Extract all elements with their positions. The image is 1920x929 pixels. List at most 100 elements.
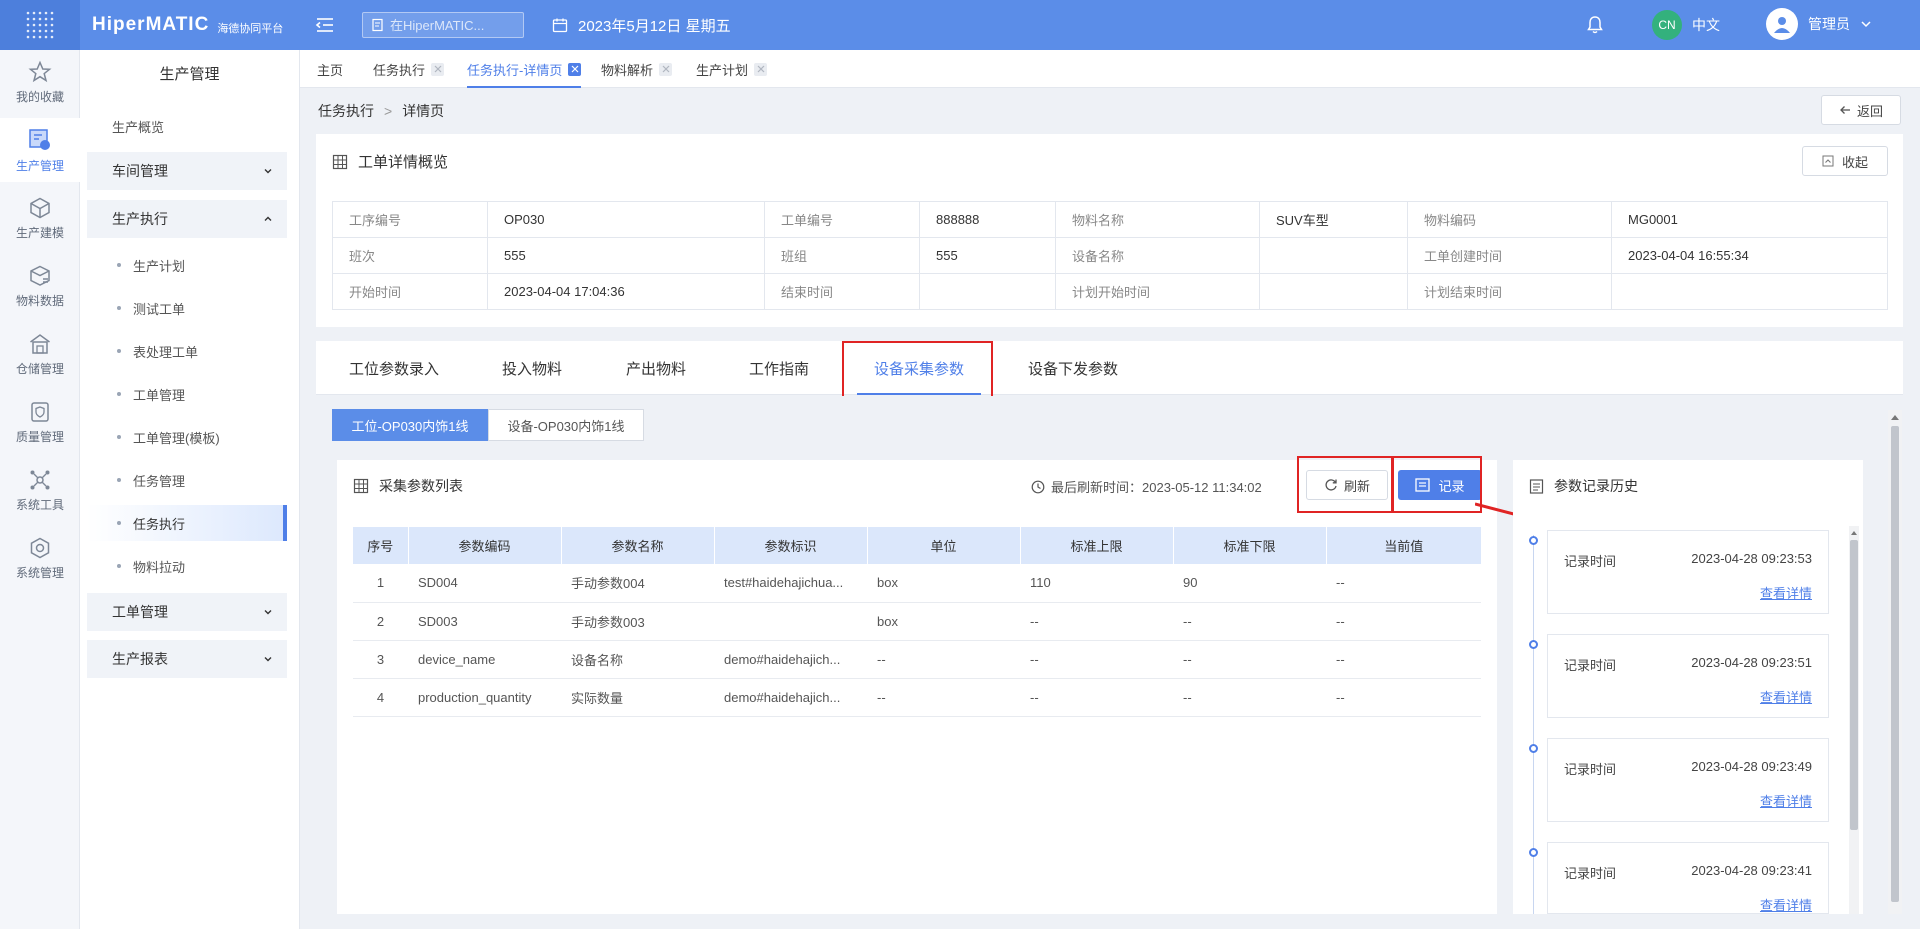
app-launcher[interactable] — [0, 0, 80, 50]
param-table: 序号 参数编码 参数名称 参数标识 单位 标准上限 标准下限 当前值 1 SD0… — [353, 527, 1481, 717]
history-time: 2023-04-28 09:23:53 — [1691, 551, 1812, 566]
table-cell: 4 — [353, 678, 408, 717]
sidebar-item-task-mgmt[interactable]: 任务管理 — [87, 462, 287, 498]
table-row: 4 production_quantity 实际数量 demo#haidehaj… — [353, 678, 1481, 717]
scroll-up-icon — [1891, 415, 1899, 420]
refresh-button[interactable]: 刷新 — [1306, 470, 1388, 500]
tab-input-materials[interactable]: 投入物料 — [502, 341, 562, 395]
history-scrollbar[interactable] — [1849, 526, 1859, 914]
rail-item-warehouse[interactable]: 仓储管理 — [0, 322, 80, 386]
rail-label: 我的收藏 — [15, 89, 64, 104]
sidebar-item-order-mgmt[interactable]: 工单管理 — [87, 376, 287, 412]
table-cell: 3 — [353, 640, 408, 679]
sidebar-item-material-pull[interactable]: 物料拉动 — [87, 548, 287, 584]
sidebar-group-workshop[interactable]: 车间管理 — [87, 152, 287, 190]
tab-close-button[interactable] — [754, 62, 768, 76]
sidebar-group-reports[interactable]: 生产报表 — [87, 640, 287, 678]
rail-item-production[interactable]: 生产管理 — [0, 118, 80, 182]
breadcrumb: 任务执行 > 详情页 — [318, 100, 444, 122]
tab-close-button[interactable] — [431, 62, 445, 76]
column-header: 标准下限 — [1173, 527, 1327, 564]
user-menu[interactable]: 管理员 — [1766, 8, 1872, 40]
notification-button[interactable] — [1586, 15, 1604, 35]
rail-item-materials[interactable]: 物料数据 — [0, 254, 80, 318]
tab-device-collect-params[interactable]: 设备采集参数 — [857, 341, 981, 395]
sidebar-item-plan[interactable]: 生产计划 — [87, 247, 287, 283]
sidebar-group-orders[interactable]: 工单管理 — [87, 593, 287, 631]
table-cell: -- — [1173, 678, 1326, 717]
table-cell: 2 — [353, 602, 408, 641]
menu-fold-icon — [315, 18, 333, 32]
table-cell: -- — [1020, 678, 1173, 717]
menu-toggle-button[interactable] — [314, 14, 336, 36]
sidebar-item-overview[interactable]: 生产概览 — [87, 108, 287, 144]
history-item: 记录时间 2023-04-28 09:23:51 查看详情 — [1547, 634, 1829, 718]
collapse-button[interactable]: 收起 — [1802, 146, 1888, 176]
tab-material-parse[interactable]: 物料解析 — [601, 50, 673, 88]
sidebar-item-task-exec[interactable]: 任务执行 — [87, 505, 287, 541]
sidebar-item-test-order[interactable]: 测试工单 — [87, 290, 287, 326]
table-row: 2 SD003 手动参数003 box -- -- -- — [353, 602, 1481, 641]
column-header: 标准上限 — [1020, 527, 1174, 564]
main-scrollbar[interactable] — [1888, 410, 1902, 914]
back-button[interactable]: 返回 — [1821, 95, 1901, 125]
sidebar-group-execution[interactable]: 生产执行 — [87, 200, 287, 238]
rail-item-modeling[interactable]: 生产建模 — [0, 186, 80, 250]
sidebar-item-label: 表处理工单 — [133, 344, 199, 360]
view-detail-link[interactable]: 查看详情 — [1760, 895, 1812, 913]
view-detail-link[interactable]: 查看详情 — [1760, 791, 1812, 810]
bullet-dot — [117, 392, 121, 396]
tab-close-button[interactable] — [568, 62, 582, 76]
column-header: 单位 — [867, 527, 1021, 564]
scrollbar-thumb[interactable] — [1850, 540, 1858, 830]
tab-device-issue-params[interactable]: 设备下发参数 — [1028, 341, 1118, 395]
tab-output-materials[interactable]: 产出物料 — [626, 341, 686, 395]
field-label: 结束时间 — [764, 273, 920, 310]
sidebar-item-order-template[interactable]: 工单管理(模板) — [87, 419, 287, 455]
sidebar-item-surface-order[interactable]: 表处理工单 — [87, 333, 287, 369]
order-overview-card: 工单详情概览 收起 工序编号 OP030 工单编号 888888 物料名称 SU… — [316, 134, 1903, 327]
table-row: 班次 555 班组 555 设备名称 工单创建时间 2023-04-04 16:… — [332, 237, 1888, 274]
field-label: 工单创建时间 — [1407, 237, 1612, 274]
timeline-dot — [1529, 744, 1538, 753]
tab-production-plan[interactable]: 生产计划 — [696, 50, 768, 88]
table-row: 3 device_name 设备名称 demo#haidehajich... -… — [353, 640, 1481, 679]
rail-item-quality[interactable]: 质量管理 — [0, 390, 80, 454]
timeline-dot — [1529, 640, 1538, 649]
view-detail-link[interactable]: 查看详情 — [1760, 583, 1812, 602]
collapse-label: 收起 — [1841, 154, 1868, 170]
view-detail-link[interactable]: 查看详情 — [1760, 687, 1812, 706]
rail-item-favorites[interactable]: 我的收藏 — [0, 50, 80, 114]
scrollbar-thumb[interactable] — [1891, 426, 1899, 902]
timeline-line — [1533, 535, 1534, 914]
search-input[interactable] — [390, 17, 510, 33]
language-switcher[interactable]: CN 中文 — [1652, 10, 1720, 40]
column-header: 参数名称 — [561, 527, 715, 564]
rail-item-tools[interactable]: 系统工具 — [0, 458, 80, 522]
segment-station[interactable]: 工位-OP030内饰1线 — [332, 409, 488, 441]
tab-work-guide[interactable]: 工作指南 — [749, 341, 809, 395]
field-label: 设备名称 — [1055, 237, 1260, 274]
tab-task-exec[interactable]: 任务执行 — [373, 50, 445, 88]
table-cell: -- — [867, 678, 1020, 717]
network-icon — [30, 470, 50, 489]
arrow-left-icon — [1840, 106, 1850, 114]
tab-station-params[interactable]: 工位参数录入 — [349, 341, 439, 395]
tab-home[interactable]: 主页 — [317, 50, 343, 88]
sidebar-group-label: 车间管理 — [112, 163, 168, 179]
field-label: 计划结束时间 — [1407, 273, 1612, 310]
chevron-down-icon — [264, 610, 272, 615]
history-time: 2023-04-28 09:23:51 — [1691, 655, 1812, 670]
search-box — [362, 12, 524, 38]
close-icon — [571, 65, 579, 73]
tab-label: 任务执行-详情页 — [467, 62, 563, 78]
tab-task-detail[interactable]: 任务执行-详情页 — [467, 50, 582, 88]
table-cell: box — [867, 564, 1020, 603]
segment-device[interactable]: 设备-OP030内饰1线 — [488, 409, 644, 441]
tab-close-button[interactable] — [659, 62, 673, 76]
record-button[interactable]: 记录 — [1398, 470, 1482, 500]
breadcrumb-parent[interactable]: 任务执行 — [318, 101, 374, 121]
rail-item-system[interactable]: 系统管理 — [0, 526, 80, 590]
table-cell: -- — [1326, 640, 1481, 679]
field-value: 2023-04-04 17:04:36 — [487, 273, 765, 310]
